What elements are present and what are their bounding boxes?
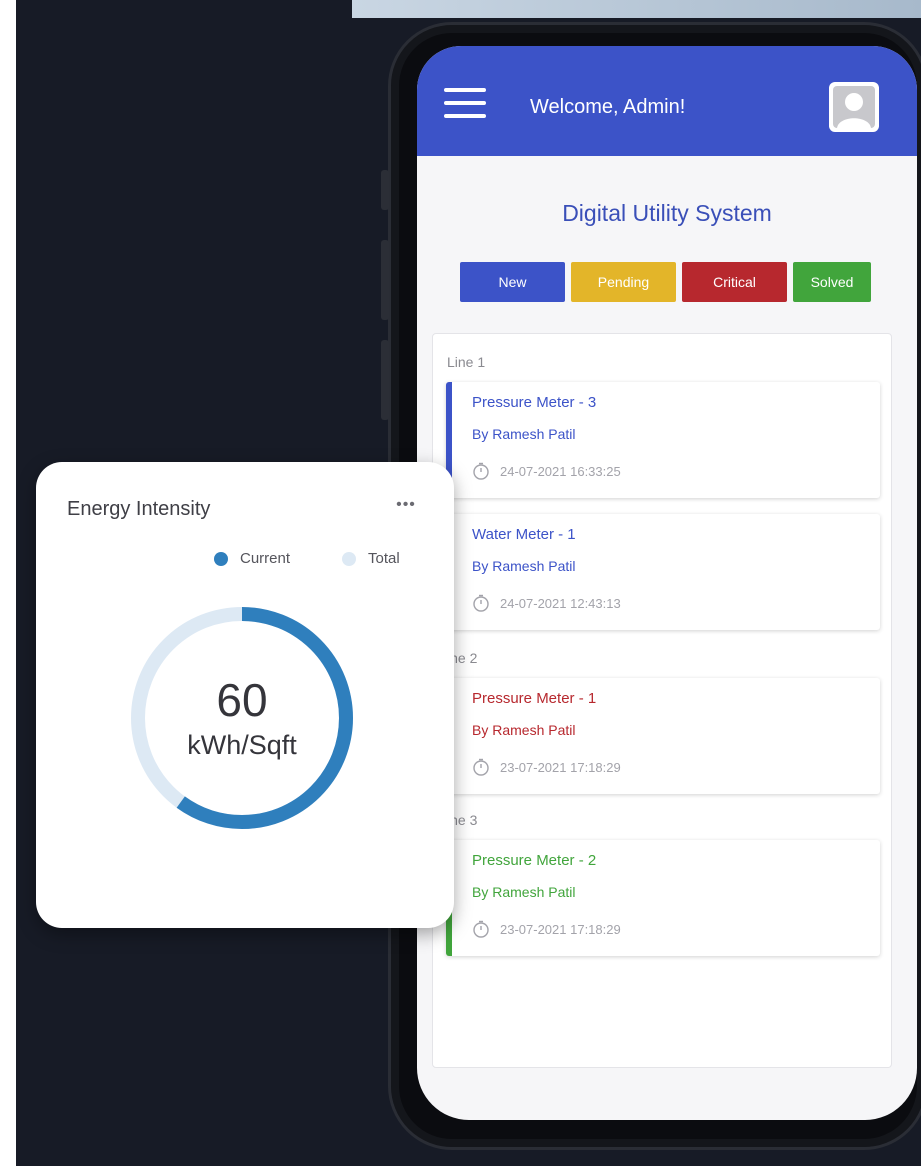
ticket-author: By Ramesh Patil <box>472 558 576 574</box>
legend-total-label: Total <box>368 550 400 567</box>
widget-title: Energy Intensity <box>67 498 211 520</box>
phone-volume-up <box>381 240 389 320</box>
group-label-line-1: Line 1 <box>447 354 486 370</box>
user-icon <box>833 86 875 128</box>
ticket-timestamp: 24-07-2021 12:43:13 <box>500 595 621 611</box>
avatar[interactable] <box>829 82 879 132</box>
welcome-text: Welcome, Admin! <box>530 96 686 118</box>
stopwatch-icon <box>473 462 489 480</box>
app-header: Welcome, Admin! <box>417 46 917 156</box>
stopwatch-icon <box>473 594 489 612</box>
more-options-icon[interactable]: ••• <box>391 496 421 516</box>
top-accent-bar <box>352 0 921 18</box>
filter-pending-button[interactable]: Pending <box>571 262 676 302</box>
ticket-time: 23-07-2021 17:18:29 <box>472 758 621 776</box>
phone-volume-down <box>381 340 389 420</box>
ticket-author: By Ramesh Patil <box>472 722 576 738</box>
energy-intensity-card: Energy Intensity ••• Current Total 60 kW… <box>36 462 454 928</box>
stopwatch-icon <box>473 920 489 938</box>
filter-critical-button[interactable]: Critical <box>682 262 787 302</box>
status-filter-bar: New Pending Critical Solved <box>460 262 871 302</box>
ticket-title: Pressure Meter - 3 <box>472 394 597 411</box>
left-edge-strip <box>0 0 16 1166</box>
phone-side-button <box>381 170 389 210</box>
legend-total: Total <box>342 550 400 567</box>
legend-current-label: Current <box>240 550 291 567</box>
menu-icon[interactable] <box>444 88 486 118</box>
ticket-timestamp: 23-07-2021 17:18:29 <box>500 759 621 775</box>
ticket-timestamp: 24-07-2021 16:33:25 <box>500 463 621 479</box>
gauge-value: 60 <box>216 674 268 726</box>
page-title: Digital Utility System <box>562 200 772 226</box>
ticket-card[interactable]: Pressure Meter - 3 By Ramesh Patil 24-07… <box>446 382 880 498</box>
filter-solved-button[interactable]: Solved <box>793 262 871 302</box>
ticket-title: Water Meter - 1 <box>472 526 576 543</box>
ticket-card[interactable]: Water Meter - 1 By Ramesh Patil 24-07-20… <box>446 514 880 630</box>
ticket-time: 24-07-2021 12:43:13 <box>472 594 621 612</box>
ticket-timestamp: 23-07-2021 17:18:29 <box>500 921 621 937</box>
legend-current-dot <box>214 551 228 566</box>
legend-total-dot <box>342 551 356 566</box>
ticket-title: Pressure Meter - 2 <box>472 852 597 869</box>
legend-current: Current <box>214 550 290 567</box>
ticket-time: 23-07-2021 17:18:29 <box>472 920 621 938</box>
ticket-author: By Ramesh Patil <box>472 426 576 442</box>
ticket-title: Pressure Meter - 1 <box>472 690 597 707</box>
filter-new-button[interactable]: New <box>460 262 565 302</box>
ticket-author: By Ramesh Patil <box>472 884 576 900</box>
ticket-card[interactable]: Pressure Meter - 2 By Ramesh Patil 23-07… <box>446 840 880 956</box>
ticket-time: 24-07-2021 16:33:25 <box>472 462 621 480</box>
ticket-list: Line 1 Pressure Meter - 3 By Ramesh Pati… <box>432 333 892 1068</box>
phone-screen: Welcome, Admin! Digital Utility System N… <box>417 46 917 1120</box>
ticket-card[interactable]: Pressure Meter - 1 By Ramesh Patil 23-07… <box>446 678 880 794</box>
stopwatch-icon <box>473 758 489 776</box>
gauge-unit: kWh/Sqft <box>187 730 297 760</box>
